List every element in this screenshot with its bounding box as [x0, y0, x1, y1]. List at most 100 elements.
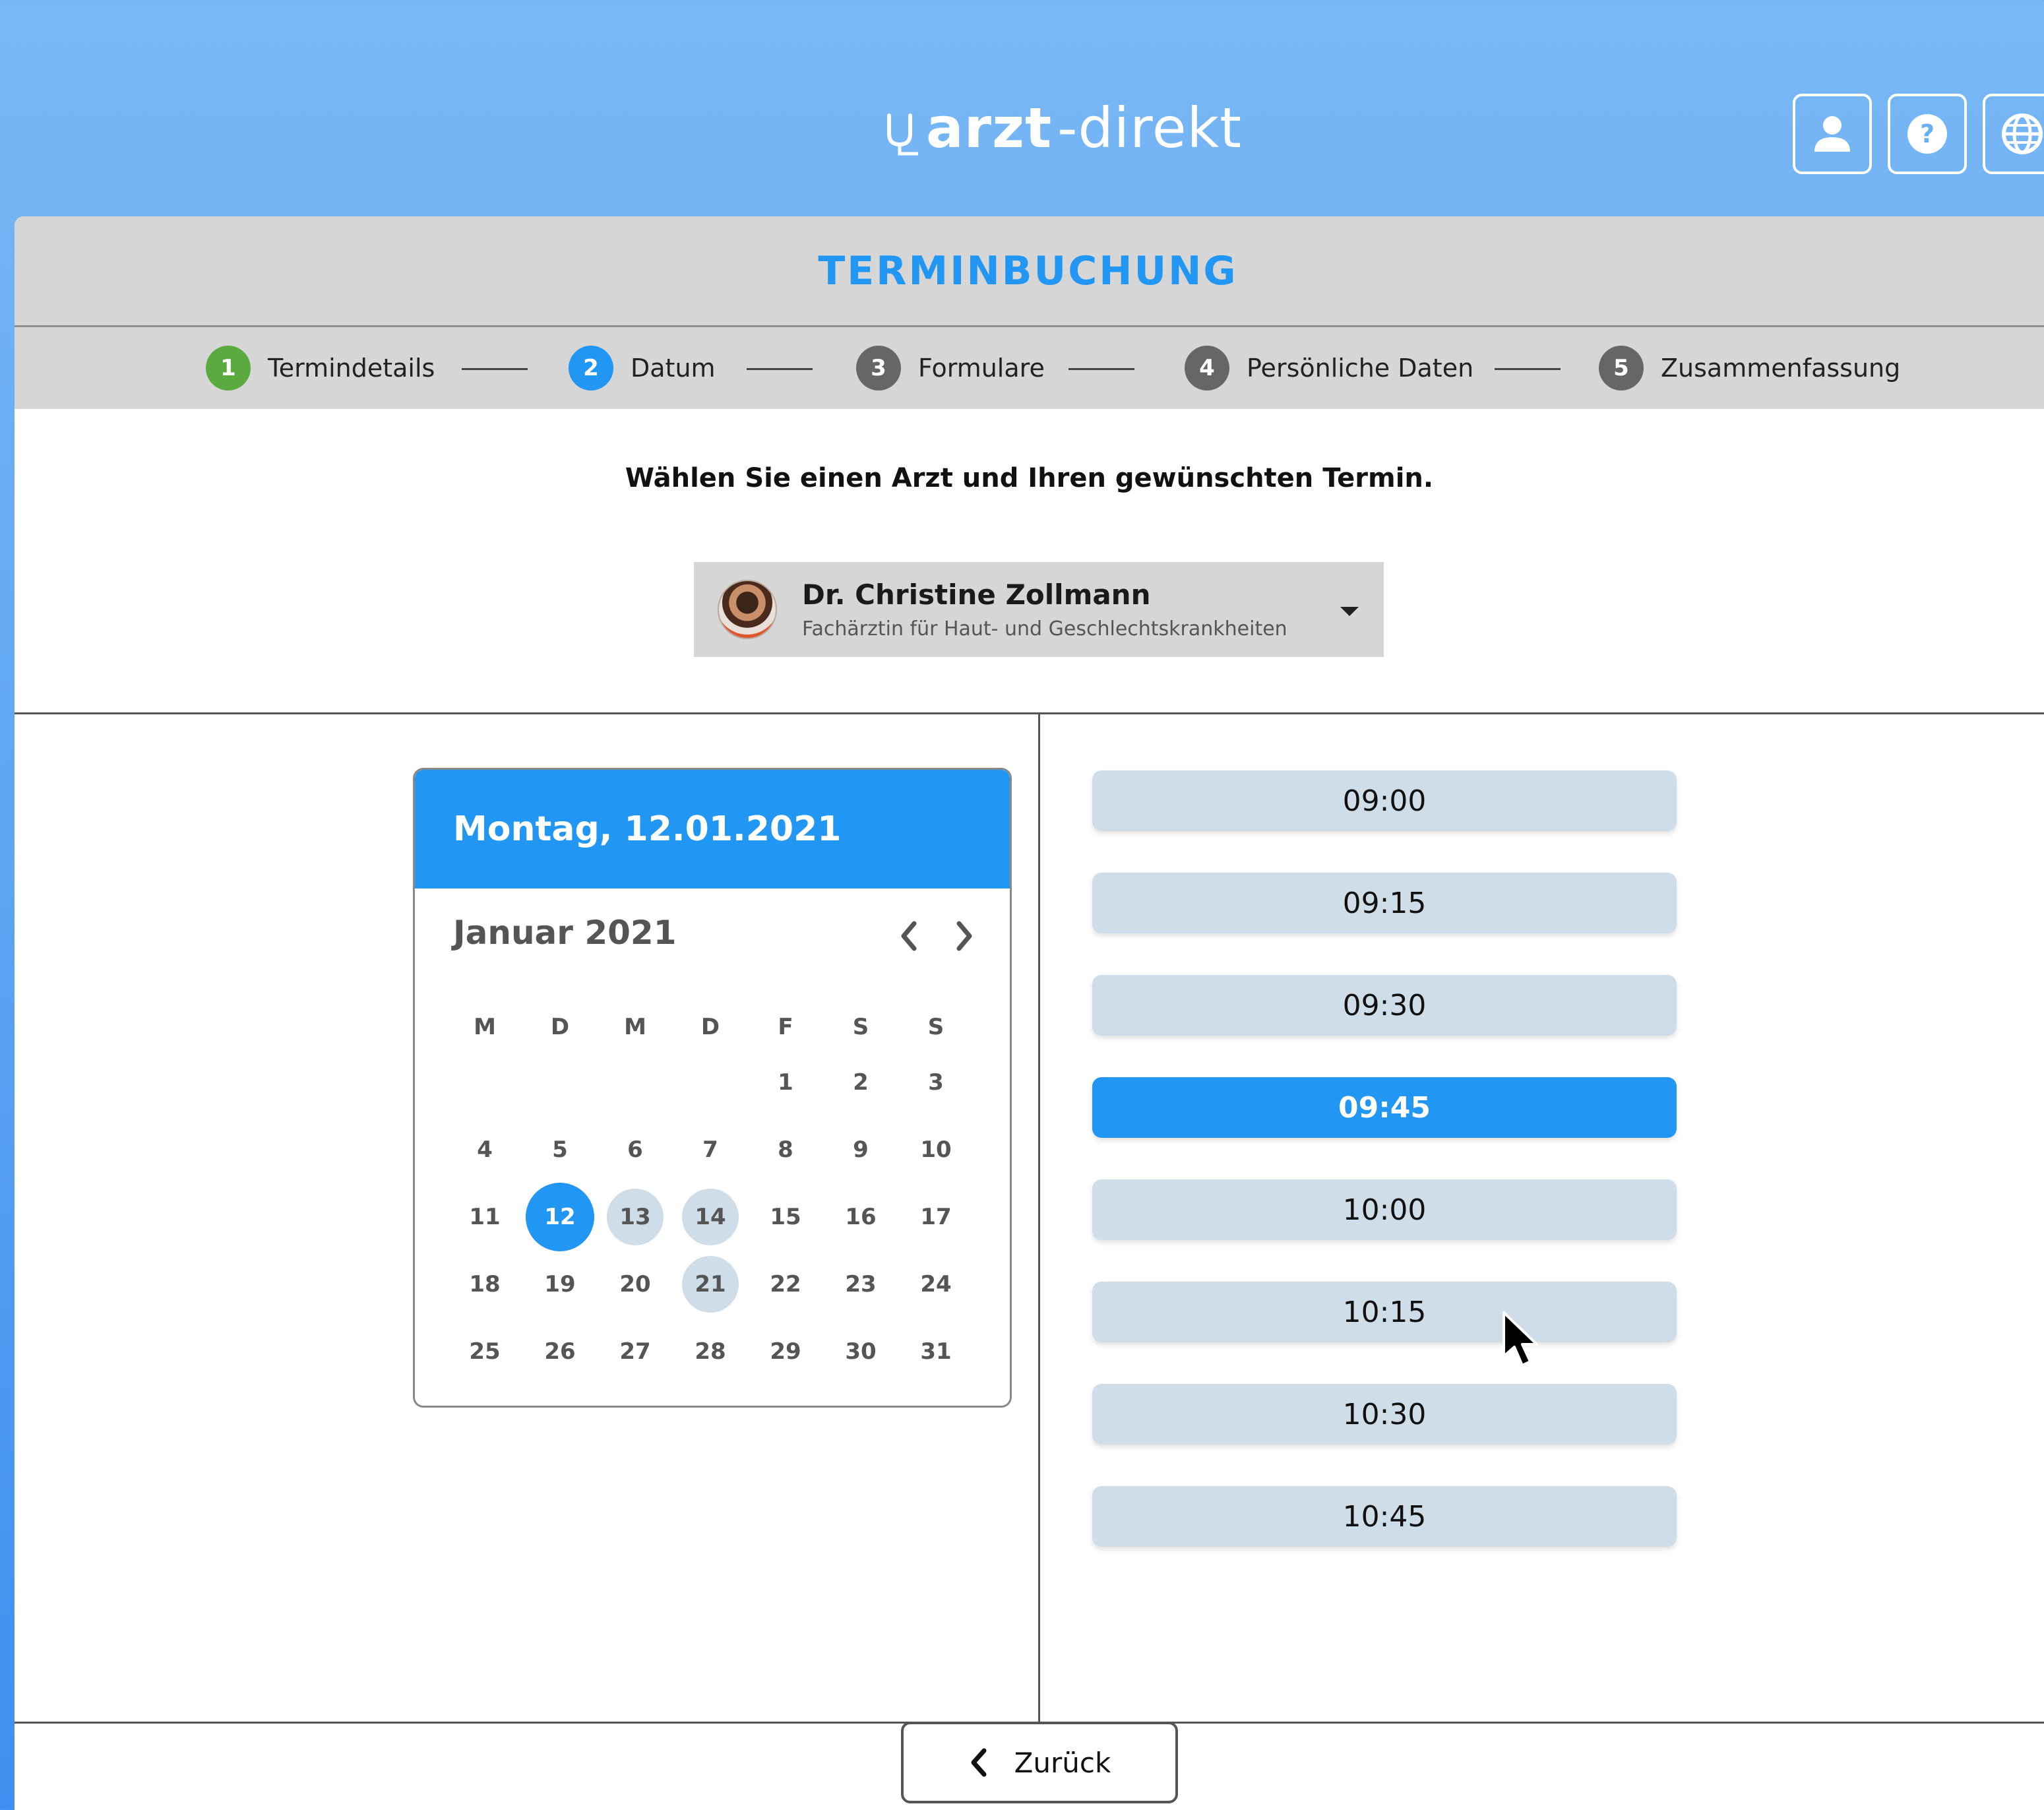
month-label: Januar 2021 [453, 914, 677, 952]
calendar-day-16[interactable]: 16 [826, 1183, 895, 1251]
logo-bold-text: arzt [926, 96, 1053, 160]
calendar-day-2[interactable]: 2 [826, 1048, 895, 1117]
calendar-day-14[interactable]: 14 [682, 1189, 739, 1245]
page-title: TERMINBUCHUNG [818, 247, 1238, 294]
step-termindetails[interactable]: 1 Termindetails [206, 346, 435, 390]
calendar-day-28[interactable]: 28 [676, 1317, 745, 1386]
calendar-day-4[interactable]: 4 [450, 1115, 519, 1184]
step-zusammenfassung[interactable]: 5 Zusammenfassung [1599, 346, 1900, 390]
doctor-select[interactable]: Dr. Christine Zollmann Fachärztin für Ha… [694, 562, 1384, 657]
stepper: 1 Termindetails 2 Datum 3 Formulare 4 Pe… [15, 327, 2044, 409]
calendar-day-29[interactable]: 29 [751, 1317, 820, 1386]
weekday-header: F [778, 1014, 793, 1040]
step-label: Datum [631, 354, 716, 383]
globe-icon [2002, 113, 2043, 154]
time-slot-1030[interactable]: 10:30 [1092, 1384, 1677, 1445]
weekday-header: S [927, 1014, 945, 1040]
step-datum[interactable]: 2 Datum [569, 346, 716, 390]
calendar-day-30[interactable]: 30 [826, 1317, 895, 1386]
step-label: Zusammenfassung [1661, 354, 1901, 383]
calendar-day-25[interactable]: 25 [450, 1317, 519, 1386]
calendar-day-3[interactable]: 3 [902, 1048, 970, 1117]
calendar-day-11[interactable]: 11 [450, 1183, 519, 1251]
calendar-day-21[interactable]: 21 [682, 1256, 739, 1313]
weekday-header: M [624, 1014, 646, 1040]
back-button-label: Zurück [1014, 1746, 1111, 1779]
instruction-text: Wählen Sie einen Arzt und Ihren gewünsch… [625, 463, 1434, 493]
card-header: TERMINBUCHUNG [15, 216, 2044, 327]
calendar-day-7[interactable]: 7 [676, 1115, 745, 1184]
time-slot-0900[interactable]: 09:00 [1092, 770, 1677, 831]
selected-date-header: Montag, 12.01.2021 [415, 770, 1010, 889]
calendar-day-18[interactable]: 18 [450, 1250, 519, 1319]
step-number: 3 [856, 346, 901, 390]
step-formulare[interactable]: 3 Formulare [856, 346, 1045, 390]
calendar-day-13[interactable]: 13 [607, 1189, 664, 1245]
prev-month-button[interactable] [895, 918, 921, 954]
calendar-day-12[interactable]: 12 [526, 1183, 594, 1251]
time-slot-0930[interactable]: 09:30 [1092, 975, 1677, 1036]
calendar-day-23[interactable]: 23 [826, 1250, 895, 1319]
calendar-day-10[interactable]: 10 [902, 1115, 970, 1184]
step-label: Termindetails [268, 354, 435, 383]
doctor-info: Dr. Christine Zollmann Fachärztin für Ha… [802, 578, 1287, 640]
calendar-day-17[interactable]: 17 [902, 1183, 970, 1251]
svg-text:?: ? [1920, 119, 1935, 148]
calendar-day-19[interactable]: 19 [526, 1250, 594, 1319]
weekday-header: D [700, 1014, 720, 1040]
weekday-header: M [474, 1014, 496, 1040]
stethoscope-icon [887, 113, 918, 156]
time-slot-0915[interactable]: 09:15 [1092, 873, 1677, 933]
calendar-day-24[interactable]: 24 [902, 1250, 970, 1319]
step-connector [1495, 368, 1561, 370]
calendar-day-1[interactable]: 1 [751, 1048, 820, 1117]
chevron-left-icon [971, 1748, 987, 1777]
step-number: 1 [206, 346, 251, 390]
calendar-day-22[interactable]: 22 [751, 1250, 820, 1319]
step-label: Persönliche Daten [1247, 354, 1474, 383]
caret-down-icon [1340, 607, 1359, 616]
step-number: 4 [1185, 346, 1229, 390]
section-divider [15, 712, 2044, 714]
date-picker: Montag, 12.01.2021 Januar 2021 MDMDFSS12… [413, 768, 1012, 1408]
calendar-day-27[interactable]: 27 [601, 1317, 669, 1386]
booking-card: TERMINBUCHUNG 1 Termindetails 2 Datum 3 … [15, 216, 2044, 1810]
column-divider [1038, 712, 1040, 1722]
time-slot-1000[interactable]: 10:00 [1092, 1179, 1677, 1240]
logo[interactable]: arzt -direkt [884, 96, 1242, 160]
step-connector [1068, 368, 1134, 370]
step-number: 5 [1599, 346, 1644, 390]
calendar-day-8[interactable]: 8 [751, 1115, 820, 1184]
calendar-day-26[interactable]: 26 [526, 1317, 594, 1386]
step-persoenliche-daten[interactable]: 4 Persönliche Daten [1185, 346, 1473, 390]
step-connector [462, 368, 528, 370]
weekday-header: D [550, 1014, 570, 1040]
language-button[interactable] [1983, 94, 2044, 174]
account-button[interactable] [1793, 94, 1872, 174]
time-slot-1045[interactable]: 10:45 [1092, 1486, 1677, 1547]
step-number: 2 [569, 346, 613, 390]
next-month-button[interactable] [952, 918, 978, 954]
help-button[interactable]: ? [1888, 94, 1967, 174]
calendar-day-20[interactable]: 20 [601, 1250, 669, 1319]
top-bar: arzt -direkt ? [0, 0, 2044, 216]
doctor-name: Dr. Christine Zollmann [802, 578, 1151, 611]
calendar-day-15[interactable]: 15 [751, 1183, 820, 1251]
calendar-day-5[interactable]: 5 [526, 1115, 594, 1184]
back-button[interactable]: Zurück [901, 1722, 1178, 1803]
doctor-avatar [718, 580, 777, 639]
mouse-cursor-icon [1502, 1311, 1538, 1367]
calendar-day-9[interactable]: 9 [826, 1115, 895, 1184]
chevron-right-icon [956, 921, 972, 951]
logo-light-text: -direkt [1057, 96, 1243, 160]
calendar-day-31[interactable]: 31 [902, 1317, 970, 1386]
user-icon [1814, 116, 1850, 152]
calendar-day-6[interactable]: 6 [601, 1115, 669, 1184]
chevron-left-icon [901, 921, 917, 951]
step-connector [747, 368, 813, 370]
time-slot-1015[interactable]: 10:15 [1092, 1282, 1677, 1342]
weekday-header: S [852, 1014, 869, 1040]
doctor-specialty: Fachärztin für Haut- und Geschlechtskran… [802, 617, 1287, 640]
help-icon: ? [1907, 114, 1947, 154]
time-slot-0945[interactable]: 09:45 [1092, 1077, 1677, 1138]
